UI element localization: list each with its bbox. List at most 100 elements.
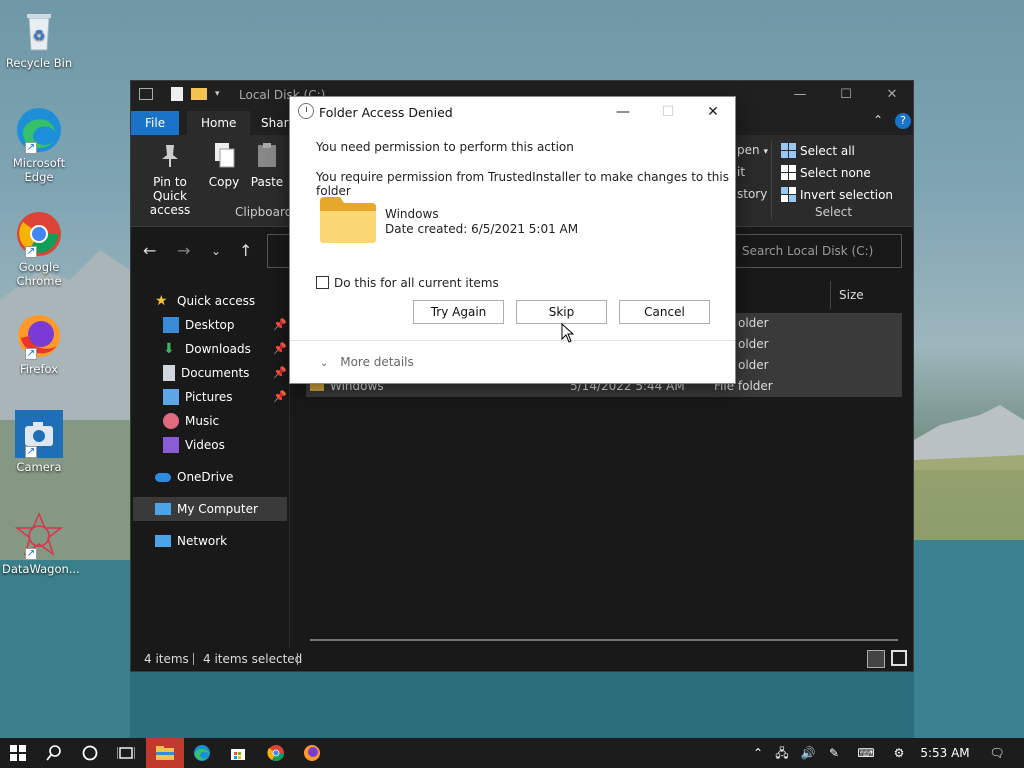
new-folder-icon[interactable] xyxy=(191,88,207,100)
edit-button-partial[interactable]: it xyxy=(737,165,745,179)
sidebar-item-downloads[interactable]: ⬇ Downloads 📌 xyxy=(163,337,289,361)
sidebar-item-music[interactable]: Music xyxy=(163,409,289,433)
task-view-button[interactable] xyxy=(108,738,144,768)
column-header-size[interactable]: Size xyxy=(830,281,910,309)
invert-selection-button[interactable]: Invert selection xyxy=(781,187,893,202)
pinned-icon: 📌 xyxy=(273,390,287,403)
taskbar-store[interactable] xyxy=(220,738,256,768)
firefox-icon xyxy=(304,745,320,761)
sidebar-item-documents[interactable]: Documents 📌 xyxy=(163,361,289,385)
sidebar-item-onedrive[interactable]: OneDrive xyxy=(155,465,289,489)
dialog-close-button[interactable]: ✕ xyxy=(690,97,736,127)
paste-button[interactable]: Paste xyxy=(247,141,287,189)
taskbar-edge[interactable] xyxy=(184,738,220,768)
cloud-icon xyxy=(155,472,171,482)
clock[interactable]: 5:53 AM xyxy=(916,738,974,768)
select-group-label: Select xyxy=(815,205,853,219)
more-details-toggle[interactable]: ⌄ More details xyxy=(320,355,414,369)
maximize-button[interactable]: ☐ xyxy=(823,81,869,109)
apply-all-label[interactable]: Do this for all current items xyxy=(334,276,499,290)
recent-locations-chevron-icon[interactable]: ⌄ xyxy=(211,244,221,258)
desktop-icon-datawagon[interactable]: ↗ DataWagon... xyxy=(2,512,80,576)
taskbar-file-explorer[interactable] xyxy=(146,738,184,768)
sidebar-item-videos[interactable]: Videos xyxy=(163,433,289,457)
search-icon xyxy=(46,745,61,761)
action-center-icon[interactable]: 🗨 xyxy=(984,738,1010,768)
details-view-icon[interactable] xyxy=(867,650,885,668)
permission-message: You need permission to perform this acti… xyxy=(316,140,574,154)
horizontal-scrollbar[interactable] xyxy=(310,639,898,641)
select-all-icon xyxy=(781,143,796,158)
windows-logo-icon xyxy=(10,745,26,761)
pinned-icon: 📌 xyxy=(273,318,287,331)
sidebar-item-quick-access[interactable]: ★ Quick access xyxy=(155,289,289,313)
trustedinstaller-message: You require permission from TrustedInsta… xyxy=(316,170,729,198)
recycle-bin-icon: ♻ xyxy=(15,6,63,54)
back-button[interactable]: ← xyxy=(143,241,156,260)
search-button[interactable] xyxy=(36,738,72,768)
copy-label: Copy xyxy=(208,175,240,189)
cortana-button[interactable] xyxy=(72,738,108,768)
minimize-button[interactable]: — xyxy=(777,81,823,109)
dialog-minimize-button[interactable]: — xyxy=(600,97,646,127)
desktop-icon-firefox[interactable]: ↗ Firefox xyxy=(2,312,76,376)
chevron-down-icon: ▾ xyxy=(763,147,768,157)
navigation-pane: ★ Quick access Desktop 📌 ⬇ Downloads 📌 D… xyxy=(131,277,289,647)
properties-icon[interactable] xyxy=(171,87,183,101)
desktop-icon-chrome[interactable]: ↗ Google Chrome xyxy=(2,210,76,288)
document-icon xyxy=(163,365,175,381)
chevron-down-icon[interactable]: ▾ xyxy=(215,89,220,99)
taskbar-firefox[interactable] xyxy=(294,738,330,768)
tab-home[interactable]: Home xyxy=(187,111,251,135)
invert-selection-label: Invert selection xyxy=(800,187,894,202)
network-icon[interactable]: 🖧 xyxy=(770,738,794,768)
sidebar-item-desktop[interactable]: Desktop 📌 xyxy=(163,313,289,337)
copy-button[interactable]: Copy xyxy=(207,141,241,189)
large-icons-view-icon[interactable] xyxy=(891,650,907,666)
search-input[interactable]: Search Local Disk (C:) xyxy=(735,234,902,268)
touch-keyboard-icon[interactable]: ⌨ xyxy=(852,738,880,768)
pinned-icon: 📌 xyxy=(273,366,287,379)
cancel-button[interactable]: Cancel xyxy=(619,300,710,324)
firefox-icon: ↗ xyxy=(15,312,63,360)
picture-icon xyxy=(163,389,179,405)
open-button-partial[interactable]: pen ▾ xyxy=(737,143,768,157)
select-all-button[interactable]: Select all xyxy=(781,143,855,158)
status-separator xyxy=(193,653,194,665)
chrome-icon xyxy=(267,745,285,762)
ribbon-collapse-icon[interactable]: ⌃ xyxy=(873,113,883,127)
desktop-icon-edge[interactable]: ↗ Microsoft Edge xyxy=(2,106,76,184)
taskbar-chrome[interactable] xyxy=(258,738,294,768)
store-icon xyxy=(231,749,245,760)
pen-workspace-icon[interactable]: ✎ xyxy=(822,738,846,768)
settings-gear-icon[interactable]: ⚙ xyxy=(886,738,912,768)
folder-access-denied-dialog[interactable]: Folder Access Denied — ☐ ✕ You need perm… xyxy=(289,96,736,384)
shortcut-arrow-icon: ↗ xyxy=(25,446,37,458)
desktop-icon-camera[interactable]: ↗ Camera xyxy=(2,410,76,474)
pin-to-quick-access-button[interactable]: Pin to Quick access xyxy=(137,141,203,217)
sidebar-item-network[interactable]: Network xyxy=(155,529,289,553)
dialog-title: Folder Access Denied xyxy=(319,105,453,120)
help-icon[interactable]: ? xyxy=(895,113,911,129)
star-icon: ★ xyxy=(155,293,168,309)
folder-name: Windows xyxy=(385,207,439,221)
skip-button[interactable]: Skip xyxy=(516,300,607,324)
show-hidden-icons-button[interactable]: ⌃ xyxy=(748,738,768,768)
try-again-button[interactable]: Try Again xyxy=(413,300,504,324)
desktop-icon-recycle-bin[interactable]: ♻ Recycle Bin xyxy=(2,6,76,70)
volume-icon[interactable]: 🔊 xyxy=(796,738,820,768)
history-button-partial[interactable]: story xyxy=(737,187,767,201)
tab-file[interactable]: File xyxy=(131,111,180,135)
sidebar-item-pictures[interactable]: Pictures 📌 xyxy=(163,385,289,409)
shortcut-arrow-icon: ↗ xyxy=(25,246,37,258)
forward-button[interactable]: → xyxy=(177,241,190,260)
file-explorer-icon xyxy=(156,746,174,760)
select-none-button[interactable]: Select none xyxy=(781,165,871,180)
close-button[interactable]: ✕ xyxy=(869,81,915,109)
sidebar-item-my-computer[interactable]: My Computer xyxy=(133,497,287,521)
start-button[interactable] xyxy=(0,738,36,768)
up-button[interactable]: ↑ xyxy=(239,241,252,260)
folder-date-created: Date created: 6/5/2021 5:01 AM xyxy=(385,222,579,236)
apply-all-checkbox[interactable] xyxy=(316,276,329,289)
desktop-folder-icon xyxy=(163,317,179,333)
